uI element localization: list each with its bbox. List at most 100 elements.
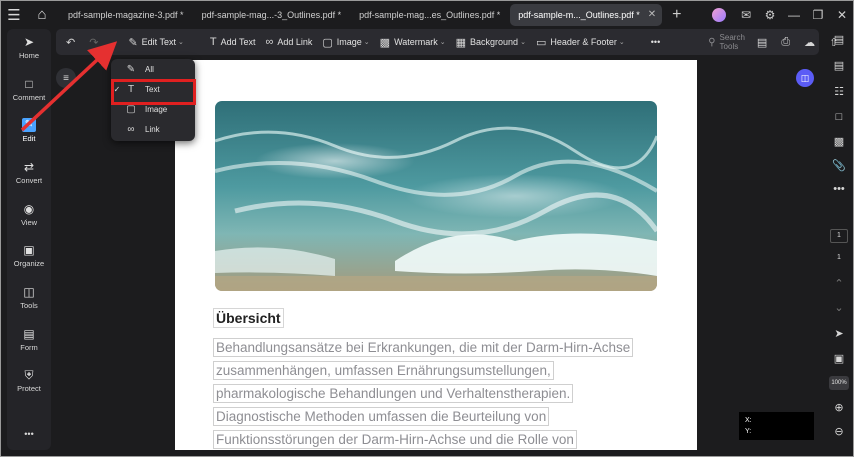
sidebar-item-tools[interactable]: ◫ Tools	[7, 285, 51, 310]
title-bar: ☰ ⌂ pdf-sample-magazine-3.pdf * pdf-samp…	[0, 0, 854, 29]
comments-icon[interactable]: □	[827, 111, 851, 123]
dropdown-item-label: Image	[145, 104, 168, 114]
sidebar-item-convert[interactable]: ⇄ Convert	[7, 160, 51, 185]
restore-icon[interactable]: ❐	[806, 8, 830, 22]
select-cursor-icon[interactable]: ➤	[827, 327, 851, 340]
sidebar-item-label: Organize	[13, 259, 45, 268]
highlight-annotation	[111, 79, 196, 105]
sidebar-item-label: Edit	[22, 134, 36, 143]
redo-icon[interactable]: ↷	[89, 36, 102, 49]
save-icon[interactable]: ▤	[757, 36, 771, 49]
dropdown-item-all[interactable]: ✎ All	[111, 59, 195, 79]
chevron-down-icon: ⌄	[363, 39, 370, 46]
image-icon: ▢	[322, 36, 333, 49]
dropdown-item-label: All	[145, 64, 154, 74]
eye-icon: ◉	[23, 202, 35, 216]
zoom-out-icon[interactable]: ⊖	[827, 425, 851, 438]
sidebar-item-label: Protect	[17, 384, 41, 393]
text-line[interactable]: Funktionsstörungen der Darm-Hirn-Achse u…	[213, 430, 577, 449]
text-line[interactable]: zusammenhängen, umfassen Ernährungsumste…	[213, 361, 554, 380]
more-icon[interactable]: •••	[827, 183, 851, 195]
dropdown-item-link[interactable]: ∞ Link	[111, 119, 195, 139]
fit-page-icon[interactable]: ▣	[827, 352, 851, 365]
avatar[interactable]	[712, 7, 726, 22]
text-line[interactable]: pharmakologische Behandlungen und Verhal…	[213, 384, 574, 403]
sidebar-item-label: Convert	[15, 176, 43, 185]
watermark-button[interactable]: ▩ Watermark ⌄	[380, 36, 446, 49]
sidebar-item-label: Form	[20, 343, 38, 352]
page-total: 1	[837, 254, 841, 261]
zoom-level[interactable]: 100%	[829, 376, 849, 390]
chevron-down-icon: ⌄	[520, 39, 526, 46]
image-button[interactable]: ▢ Image ⌄	[322, 36, 369, 49]
add-link-label: Add Link	[277, 37, 313, 47]
search-tools[interactable]: ⚲ Search Tools	[708, 33, 745, 51]
background-icon: ▦	[455, 36, 467, 49]
print-icon[interactable]: ⎙	[781, 36, 794, 49]
menu-icon[interactable]: ☰	[0, 0, 28, 29]
chevron-down-icon: ⌄	[439, 39, 446, 46]
sidebar-item-protect[interactable]: ⛨ Protect	[7, 368, 51, 393]
chevron-down-icon: ⌄	[178, 39, 184, 46]
undo-icon[interactable]: ↶	[66, 36, 79, 49]
gear-icon[interactable]: ⚙	[758, 8, 782, 22]
home-icon[interactable]: ⌂	[28, 0, 56, 29]
background-button[interactable]: ▦ Background ⌄	[456, 36, 526, 49]
sidebar-item-view[interactable]: ◉ View	[7, 202, 51, 227]
text-line[interactable]: Diagnostische Methoden umfassen die Beur…	[213, 407, 550, 426]
tab-document-1[interactable]: pdf-sample-magazine-3.pdf *	[60, 4, 190, 26]
form-icon: ▤	[23, 327, 35, 341]
more-tools-button[interactable]: •••	[651, 37, 660, 47]
bell-icon[interactable]: ✉	[734, 8, 758, 22]
section-heading[interactable]: Übersicht	[213, 308, 284, 328]
tab-document-3[interactable]: pdf-sample-mag...es_Outlines.pdf *	[351, 4, 506, 26]
tab-label: pdf-sample-magazine-3.pdf *	[68, 9, 184, 20]
ai-assistant-icon[interactable]: ◫	[796, 69, 814, 87]
properties-icon[interactable]: ▤	[827, 59, 851, 72]
text-line[interactable]: Behandlungsansätze bei Erkrankungen, die…	[213, 338, 634, 357]
chevron-up-icon[interactable]: ⌃	[827, 277, 851, 290]
right-sidebar: ▤ ▤ ☷ □ ▩ 📎 ••• 1 1 ⌃ ⌄ ➤ ▣ 100% ⊕ ⊖	[827, 29, 851, 450]
header-footer-button[interactable]: ▭ Header & Footer ⌄	[536, 36, 625, 49]
toolbox-icon: ◫	[23, 285, 35, 299]
minimize-icon[interactable]: —	[782, 8, 806, 22]
watermark-label: Watermark	[394, 37, 438, 47]
comment-icon: □	[25, 77, 33, 91]
edit-text-button[interactable]: ✎ Edit Text ⌄	[128, 36, 183, 49]
y-coordinate-label: Y:	[745, 428, 752, 435]
tab-document-4[interactable]: pdf-sample-m..._Outlines.pdf * ✕	[510, 3, 663, 26]
left-sidebar: ➤ Home □ Comment ✎ Edit ⇄ Convert ◉ View…	[7, 29, 51, 450]
sidebar-item-label: Home	[18, 51, 39, 60]
bookmark-icon[interactable]: ▩	[827, 135, 851, 148]
filter-settings-icon[interactable]: ≡	[56, 68, 76, 88]
zoom-in-icon[interactable]: ⊕	[827, 401, 851, 414]
panel-icon[interactable]: ▤	[827, 33, 851, 46]
text-icon: T	[209, 36, 217, 48]
ocean-wave-image[interactable]	[215, 101, 657, 291]
sidebar-item-edit[interactable]: ✎ Edit	[7, 118, 51, 143]
sidebar-more-button[interactable]: •••	[7, 429, 51, 439]
sidebar-item-comment[interactable]: □ Comment	[7, 77, 51, 102]
sidebar-item-form[interactable]: ▤ Form	[7, 327, 51, 352]
thumbnails-icon[interactable]: ☷	[827, 85, 851, 98]
edit-link-icon: ∞	[127, 123, 135, 135]
chevron-down-icon: ⌄	[618, 39, 625, 46]
edit-image-icon: ▢	[126, 103, 136, 115]
tab-label: pdf-sample-m..._Outlines.pdf *	[518, 9, 640, 20]
header-footer-icon: ▭	[535, 36, 547, 49]
sidebar-item-organize[interactable]: ▣ Organize	[7, 243, 51, 268]
close-icon[interactable]: ✕	[830, 8, 854, 22]
add-link-button[interactable]: ∞ Add Link	[265, 36, 312, 48]
plus-icon[interactable]: +	[672, 6, 681, 24]
cloud-upload-icon[interactable]: ☁	[804, 36, 819, 49]
sidebar-item-home[interactable]: ➤ Home	[7, 35, 51, 60]
pdf-page: Übersicht Behandlungsansätze bei Erkrank…	[175, 60, 697, 450]
add-text-label: Add Text	[220, 37, 256, 47]
attachment-icon[interactable]: 📎	[827, 159, 851, 172]
close-tab-icon[interactable]: ✕	[648, 9, 656, 20]
dropdown-item-label: Link	[145, 124, 160, 134]
page-number-input[interactable]: 1	[830, 229, 848, 243]
tab-document-2[interactable]: pdf-sample-mag...-3_Outlines.pdf *	[194, 4, 348, 26]
chevron-down-icon[interactable]: ⌄	[827, 301, 851, 314]
add-text-button[interactable]: T Add Text	[210, 36, 256, 48]
